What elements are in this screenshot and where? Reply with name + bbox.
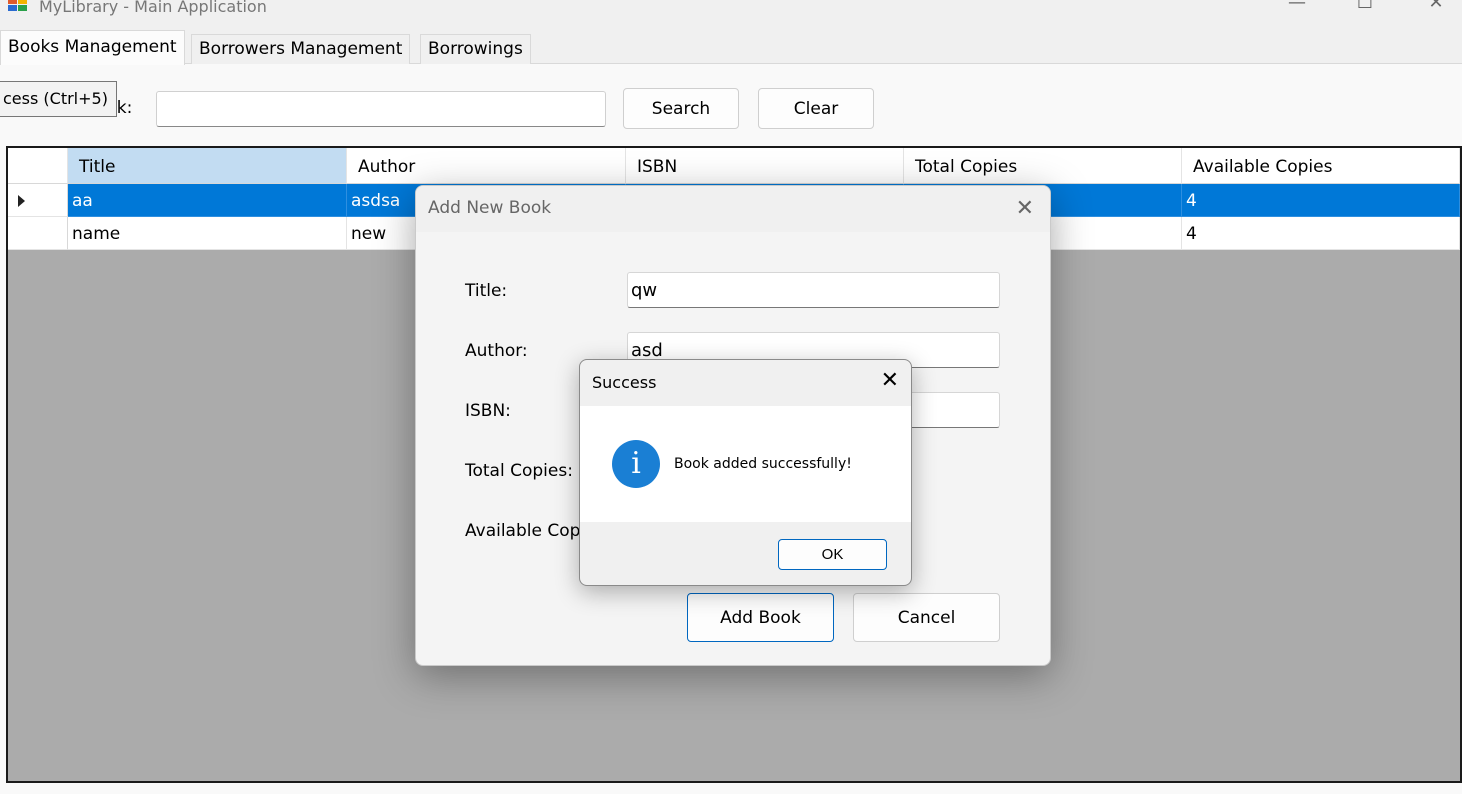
dialog-titlebar: Add New Book ✕	[416, 186, 1050, 232]
current-row-icon	[18, 195, 25, 207]
success-message-box: Success ✕ i Book added successfully! OK	[579, 359, 912, 586]
search-input[interactable]	[156, 91, 606, 127]
close-icon[interactable]: ✕	[1421, 0, 1451, 14]
window-titlebar: MyLibrary - Main Application — ☐ ✕	[0, 0, 1462, 18]
cell-title[interactable]: aa	[68, 184, 347, 217]
grid-corner-header	[8, 148, 68, 184]
close-icon[interactable]: ✕	[1016, 196, 1034, 221]
cell-title[interactable]: name	[68, 217, 347, 250]
app-icon	[8, 0, 28, 12]
info-icon: i	[612, 440, 660, 488]
column-header-available-copies[interactable]: Available Copies	[1182, 148, 1460, 184]
maximize-icon[interactable]: ☐	[1350, 0, 1380, 14]
column-header-author[interactable]: Author	[347, 148, 626, 184]
isbn-label: ISBN:	[465, 401, 511, 421]
available-copies-label: Available Cop	[465, 521, 581, 541]
cancel-button[interactable]: Cancel	[853, 593, 1000, 642]
column-header-title[interactable]: Title	[68, 148, 347, 184]
tab-books-management[interactable]: Books Management	[0, 30, 185, 65]
close-icon[interactable]: ✕	[881, 368, 899, 393]
message-text: Book added successfully!	[674, 456, 852, 472]
tab-borrowings[interactable]: Borrowings	[420, 34, 531, 64]
total-copies-label: Total Copies:	[465, 461, 573, 481]
column-header-total-copies[interactable]: Total Copies	[904, 148, 1182, 184]
clear-button[interactable]: Clear	[758, 88, 874, 129]
dialog-title: Add New Book	[428, 198, 552, 218]
message-box-title: Success	[592, 373, 657, 392]
row-header[interactable]	[8, 217, 68, 250]
title-field[interactable]: qw	[627, 272, 1000, 308]
message-body: i Book added successfully!	[580, 406, 911, 522]
column-header-isbn[interactable]: ISBN	[626, 148, 904, 184]
row-header[interactable]	[8, 184, 68, 217]
tab-borrowers-management[interactable]: Borrowers Management	[191, 34, 411, 64]
title-label: Title:	[465, 281, 508, 301]
tooltip: cess (Ctrl+5)	[0, 81, 117, 117]
cell-available-copies[interactable]: 4	[1182, 184, 1460, 217]
grid-header: Title Author ISBN Total Copies Available…	[8, 148, 1460, 184]
search-button[interactable]: Search	[623, 88, 739, 129]
minimize-icon[interactable]: —	[1282, 0, 1312, 14]
tab-strip: Books Management Borrowers Management Bo…	[0, 30, 1462, 65]
author-label: Author:	[465, 341, 528, 361]
cell-available-copies[interactable]: 4	[1182, 217, 1460, 250]
window-title: MyLibrary - Main Application	[39, 0, 267, 16]
add-book-button[interactable]: Add Book	[687, 593, 834, 642]
ok-button[interactable]: OK	[778, 539, 887, 570]
